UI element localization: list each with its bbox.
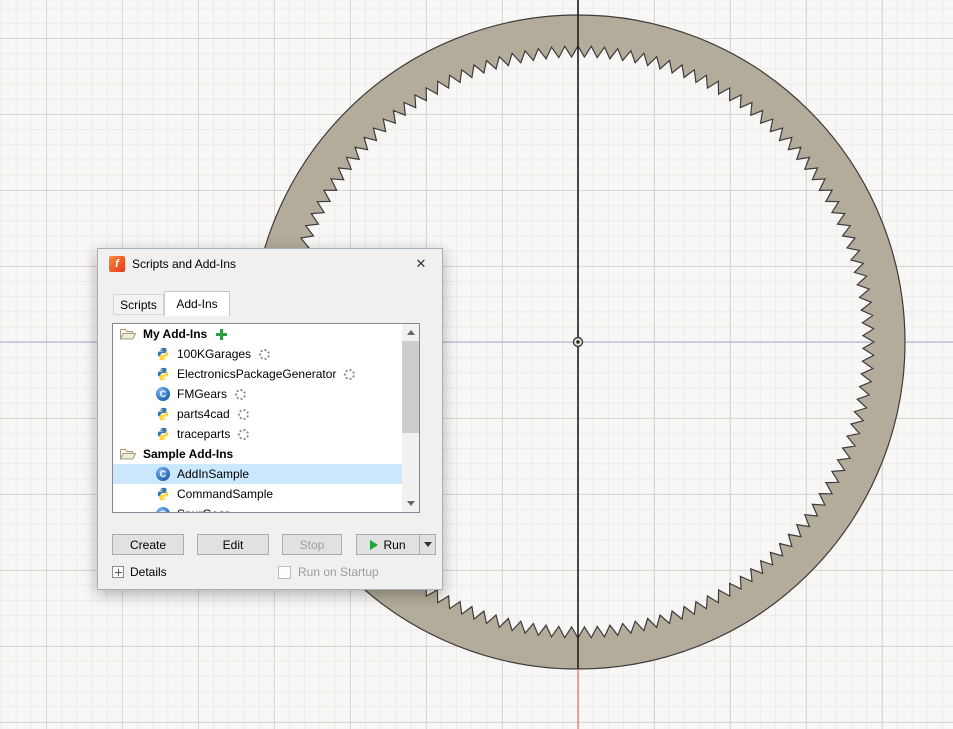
python-icon [156,367,170,381]
list-item[interactable]: My Add-Ins [113,324,402,344]
scrollbar[interactable] [402,324,419,512]
list-item[interactable]: C FMGears [113,384,402,404]
dropdown-arrow-icon [424,542,432,547]
close-button[interactable]: ✕ [407,253,435,275]
list-item-label: FMGears [177,387,227,401]
scroll-down-button[interactable] [402,495,419,512]
list-item[interactable]: C AddInSample [113,464,402,484]
python-icon [156,407,170,421]
dialog-titlebar[interactable]: f Scripts and Add-Ins ✕ [98,249,442,279]
folder-icon [120,328,136,340]
list-item-label: My Add-Ins [143,327,207,341]
list-item-label: Sample Add-Ins [143,447,233,461]
scroll-up-button[interactable] [402,324,419,341]
checkbox-icon [278,566,291,579]
fusion-app-icon: f [109,256,125,272]
csharp-icon: C [156,507,170,512]
list-item[interactable]: traceparts [113,424,402,444]
list-item-label: AddInSample [177,467,249,481]
details-expander[interactable]: Details [112,564,167,580]
loading-spinner-icon [238,429,249,440]
loading-spinner-icon [235,389,246,400]
stop-button[interactable]: Stop [282,534,342,555]
run-button[interactable]: Run [356,534,420,555]
add-addin-icon[interactable] [216,329,227,340]
tab-scripts[interactable]: Scripts [113,294,164,315]
list-item[interactable]: Sample Add-Ins [113,444,402,464]
list-item-label: ElectronicsPackageGenerator [177,367,336,381]
python-icon [156,347,170,361]
edit-button[interactable]: Edit [197,534,269,555]
scripts-addins-dialog: f Scripts and Add-Ins ✕ Scripts Add-Ins … [97,248,443,590]
scrollbar-thumb[interactable] [402,341,419,433]
run-on-startup-label: Run on Startup [298,565,379,579]
csharp-icon: C [156,467,170,481]
loading-spinner-icon [344,369,355,380]
tab-addins[interactable]: Add-Ins [164,291,230,316]
list-item[interactable]: parts4cad [113,404,402,424]
list-item[interactable]: CommandSample [113,484,402,504]
triangle-up-icon [407,330,415,335]
dialog-title: Scripts and Add-Ins [132,257,236,271]
list-item-label: 100KGarages [177,347,251,361]
list-item[interactable]: C SpurGear [113,504,402,512]
expand-plus-icon [112,566,124,578]
run-on-startup-checkbox[interactable]: Run on Startup [278,564,379,580]
list-item[interactable]: ElectronicsPackageGenerator [113,364,402,384]
python-icon [156,427,170,441]
run-label: Run [383,538,405,552]
origin-dot [576,340,579,343]
python-icon [156,487,170,501]
folder-icon [120,448,136,460]
play-icon [370,540,378,550]
run-dropdown-button[interactable] [419,534,436,555]
triangle-down-icon [407,501,415,506]
list-item-label: SpurGear [177,507,229,512]
addins-list: My Add-Ins 100KGarages ElectronicsPackageG… [112,323,420,513]
list-item-label: CommandSample [177,487,273,501]
create-button[interactable]: Create [112,534,184,555]
list-item-label: traceparts [177,427,230,441]
loading-spinner-icon [259,349,270,360]
loading-spinner-icon [238,409,249,420]
details-label: Details [130,565,167,579]
list-item-label: parts4cad [177,407,230,421]
list-item[interactable]: 100KGarages [113,344,402,364]
csharp-icon: C [156,387,170,401]
